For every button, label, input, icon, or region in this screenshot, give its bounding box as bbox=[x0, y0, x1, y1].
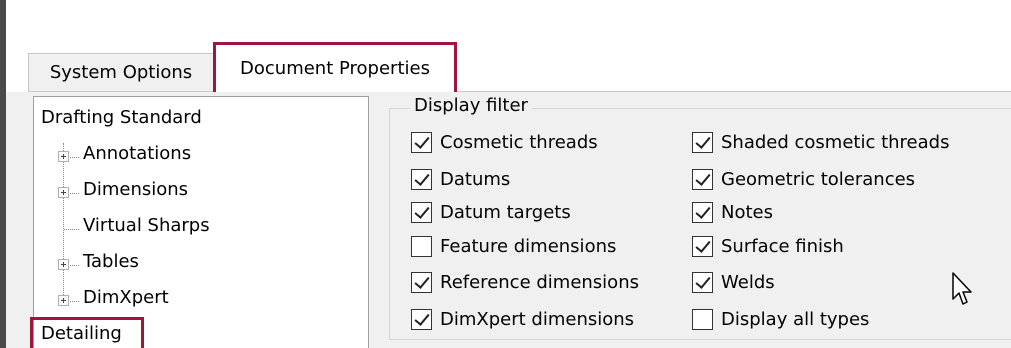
checkbox-feature-dimensions[interactable]: Feature dimensions bbox=[411, 236, 616, 257]
checkbox-box[interactable] bbox=[692, 202, 713, 223]
checkbox-label: Geometric tolerances bbox=[721, 169, 916, 190]
checkbox-display-all-types[interactable]: Display all types bbox=[692, 309, 869, 330]
checkbox-dimxpert-dimensions[interactable]: DimXpert dimensions bbox=[411, 309, 634, 330]
checkbox-notes[interactable]: Notes bbox=[692, 202, 773, 223]
tab-strip: System Options Document Properties bbox=[6, 40, 1011, 92]
tree-item-dimensions[interactable]: Dimensions bbox=[34, 179, 334, 205]
checkbox-shaded-cosmetic-threads[interactable]: Shaded cosmetic threads bbox=[692, 132, 949, 153]
tree-item-label: DimXpert bbox=[83, 287, 169, 308]
checkbox-datums[interactable]: Datums bbox=[411, 169, 510, 190]
tree-item-label: Annotations bbox=[83, 143, 192, 164]
checkbox-label: Datums bbox=[440, 169, 511, 190]
tree-item-virtual-sharps[interactable]: Virtual Sharps bbox=[34, 215, 334, 241]
checkbox-geometric-tolerances[interactable]: Geometric tolerances bbox=[692, 169, 915, 190]
tree-item-label: Dimensions bbox=[83, 179, 189, 200]
checkbox-cosmetic-threads[interactable]: Cosmetic threads bbox=[411, 132, 598, 153]
checkbox-box[interactable] bbox=[692, 236, 713, 257]
checkbox-label: DimXpert dimensions bbox=[440, 309, 635, 330]
checkbox-label: Feature dimensions bbox=[440, 236, 617, 257]
expand-icon[interactable] bbox=[58, 151, 69, 162]
expand-icon[interactable] bbox=[58, 187, 69, 198]
checkbox-box[interactable] bbox=[411, 169, 432, 190]
group-legend: Display filter bbox=[410, 95, 532, 116]
tab-label: Document Properties bbox=[240, 58, 430, 79]
tree-item-drafting-standard[interactable]: Drafting Standard bbox=[34, 107, 334, 133]
checkbox-box[interactable] bbox=[692, 169, 713, 190]
display-filter-group: Display filter Cosmetic threads Datums D… bbox=[389, 95, 1011, 340]
checkbox-box[interactable] bbox=[411, 132, 432, 153]
tree-item-label: Virtual Sharps bbox=[83, 215, 210, 236]
checkbox-box[interactable] bbox=[692, 272, 713, 293]
checkbox-label: Reference dimensions bbox=[440, 272, 639, 293]
checkbox-box[interactable] bbox=[692, 309, 713, 330]
tree-item-dimxpert[interactable]: DimXpert bbox=[34, 287, 334, 313]
tree-item-label: Drafting Standard bbox=[41, 107, 202, 128]
tree-item-tables[interactable]: Tables bbox=[34, 251, 334, 277]
tree-connector bbox=[70, 301, 79, 302]
mouse-cursor-icon bbox=[952, 272, 972, 305]
expand-icon[interactable] bbox=[58, 259, 69, 270]
tree-connector bbox=[64, 229, 79, 230]
checkbox-box[interactable] bbox=[411, 236, 432, 257]
checkbox-label: Surface finish bbox=[721, 236, 844, 257]
tab-document-properties[interactable]: Document Properties bbox=[213, 42, 457, 92]
tab-label: System Options bbox=[49, 62, 193, 83]
checkbox-datum-targets[interactable]: Datum targets bbox=[411, 202, 571, 223]
checkbox-reference-dimensions[interactable]: Reference dimensions bbox=[411, 272, 639, 293]
checkbox-label: Cosmetic threads bbox=[440, 132, 598, 153]
tree-item-annotations[interactable]: Annotations bbox=[34, 143, 334, 169]
tree-connector bbox=[70, 193, 79, 194]
checkbox-label: Display all types bbox=[721, 309, 870, 330]
checkbox-surface-finish[interactable]: Surface finish bbox=[692, 236, 844, 257]
options-tree[interactable]: Drafting Standard Annotations Dimensions… bbox=[30, 96, 369, 348]
expand-icon[interactable] bbox=[58, 295, 69, 306]
tree-item-detailing[interactable]: Detailing bbox=[30, 317, 334, 348]
checkbox-box[interactable] bbox=[411, 202, 432, 223]
tab-divider bbox=[28, 91, 1011, 92]
options-panel: Drafting Standard Annotations Dimensions… bbox=[6, 92, 1011, 348]
tab-system-options[interactable]: System Options bbox=[28, 53, 214, 91]
checkbox-label: Shaded cosmetic threads bbox=[721, 132, 950, 153]
checkbox-welds[interactable]: Welds bbox=[692, 272, 775, 293]
tree-item-label: Tables bbox=[83, 251, 139, 272]
checkbox-box[interactable] bbox=[411, 272, 432, 293]
tree-item-label: Detailing bbox=[41, 323, 122, 344]
checkbox-label: Datum targets bbox=[440, 202, 571, 223]
checkbox-label: Notes bbox=[721, 202, 773, 223]
checkbox-label: Welds bbox=[721, 272, 775, 293]
tree-connector bbox=[70, 157, 79, 158]
checkbox-box[interactable] bbox=[411, 309, 432, 330]
checkbox-box[interactable] bbox=[692, 132, 713, 153]
tree-connector bbox=[70, 265, 79, 266]
